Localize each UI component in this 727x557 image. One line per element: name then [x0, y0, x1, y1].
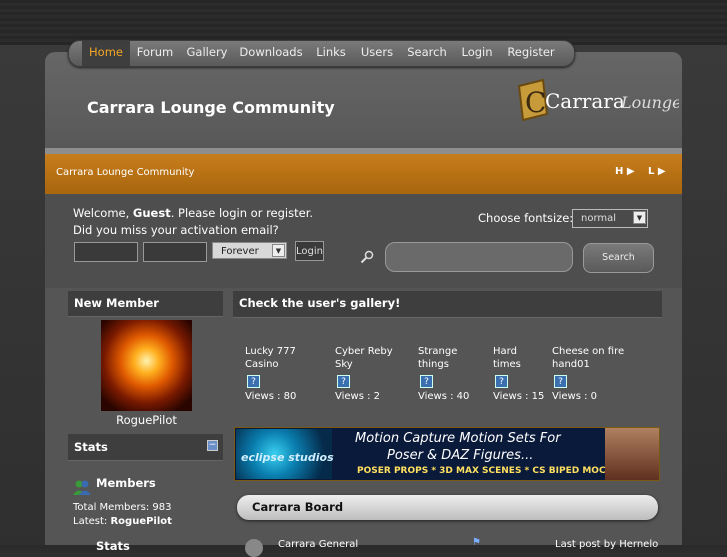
latest-user-link[interactable]: RoguePilot — [110, 516, 171, 527]
total-members: Total Members: 983 — [73, 502, 172, 513]
password-input[interactable] — [143, 242, 207, 262]
svg-text:Carrara: Carrara — [545, 89, 625, 113]
gallery-thumbnail-icon[interactable]: ? — [495, 375, 508, 388]
top-background — [0, 0, 727, 45]
gallery-thumbnail-icon[interactable]: ? — [337, 375, 350, 388]
site-title[interactable]: Carrara Lounge Community — [87, 98, 335, 117]
gallery-item-views: Views : 40 — [418, 391, 470, 402]
stats-subheader: Stats — [96, 539, 130, 553]
nav-login[interactable]: Login — [458, 41, 496, 66]
login-button[interactable]: Login — [295, 241, 324, 261]
nav-register[interactable]: Register — [505, 41, 557, 66]
gallery-item-title[interactable]: Cyber Reby Sky — [335, 345, 405, 371]
new-member-name[interactable]: RoguePilot — [101, 413, 192, 427]
gallery-item-views: Views : 0 — [552, 391, 598, 402]
gallery-item-title[interactable]: Strange things — [418, 345, 478, 371]
banner-subheadline: Poser & DAZ Figures... — [387, 448, 534, 463]
nav-home[interactable]: Home — [82, 41, 130, 66]
gallery-item-views: Views : 2 — [335, 391, 381, 402]
nav-downloads[interactable]: Downloads — [239, 41, 303, 66]
new-member-header: New Member — [68, 291, 223, 317]
banner-figure-image — [605, 428, 659, 480]
banner-brand: eclipse studios — [241, 451, 334, 464]
gallery-item-views: Views : 80 — [245, 391, 297, 402]
collapse-icon[interactable]: − — [207, 440, 218, 451]
members-icon — [73, 480, 91, 495]
activation-link[interactable]: Did you miss your activation email? — [73, 223, 279, 237]
search-input[interactable] — [385, 242, 573, 272]
welcome-user: Guest — [132, 206, 171, 220]
board-rss-icon[interactable]: ⚑ — [472, 537, 481, 548]
banner-tagline: POSER PROPS * 3D MAX SCENES * CS BIPED M… — [357, 466, 620, 476]
fontsize-label: Choose fontsize: — [478, 211, 574, 225]
welcome-prefix: Welcome, — [73, 206, 130, 220]
home-arrow-icon[interactable]: H ▶ — [615, 166, 635, 177]
svg-text:C: C — [525, 86, 546, 119]
members-label: Members — [96, 476, 156, 490]
gallery-thumbnail-icon[interactable]: ? — [247, 375, 260, 388]
main-nav: Home Forum Gallery Downloads Links Users… — [68, 40, 575, 67]
session-length-value: Forever — [221, 246, 259, 257]
latest-prefix: Latest: — [73, 516, 108, 527]
stats-header: Stats — [68, 434, 223, 461]
last-arrow-icon[interactable]: L ▶ — [648, 166, 666, 177]
chevron-down-icon: ▼ — [633, 211, 646, 224]
welcome-suffix: . Please login or register. — [170, 206, 314, 220]
svg-text:Lounge: Lounge — [620, 93, 679, 112]
chevron-down-icon: ▼ — [272, 244, 285, 257]
gallery-item-title[interactable]: Cheese on fire hand01 — [552, 345, 632, 371]
fontsize-select[interactable]: normal ▼ — [572, 209, 648, 228]
gallery-item-title[interactable]: Hard times — [493, 345, 533, 371]
latest-member: Latest: RoguePilot — [73, 516, 172, 527]
nav-gallery[interactable]: Gallery — [183, 41, 231, 66]
banner-headline: Motion Capture Motion Sets For — [355, 431, 561, 446]
username-input[interactable] — [74, 242, 138, 262]
new-member-avatar[interactable] — [101, 320, 192, 411]
gallery-thumbnail-icon[interactable]: ? — [420, 375, 433, 388]
search-icon — [360, 250, 374, 264]
board-header: Carrara Board — [237, 495, 658, 520]
board-status-icon — [245, 539, 263, 557]
gallery-item-views: Views : 15 — [493, 391, 545, 402]
gallery-item-title[interactable]: Lucky 777 Casino — [245, 345, 325, 371]
carrara-lounge-logo[interactable]: C Carrara Lounge — [517, 78, 679, 122]
gallery-header: Check the user's gallery! — [233, 291, 662, 318]
nav-search[interactable]: Search — [405, 41, 449, 66]
welcome-text: Welcome, Guest. Please login or register… — [73, 205, 313, 239]
nav-users[interactable]: Users — [357, 41, 397, 66]
session-length-select[interactable]: Forever ▼ — [212, 242, 287, 259]
nav-forum[interactable]: Forum — [135, 41, 175, 66]
breadcrumb[interactable]: Carrara Lounge Community — [56, 167, 194, 178]
fontsize-value: normal — [581, 213, 617, 224]
ad-banner[interactable]: eclipse studios Motion Capture Motion Se… — [234, 427, 660, 481]
nav-links[interactable]: Links — [313, 41, 349, 66]
search-button[interactable]: Search — [583, 243, 654, 273]
gallery-thumbnail-icon[interactable]: ? — [554, 375, 567, 388]
